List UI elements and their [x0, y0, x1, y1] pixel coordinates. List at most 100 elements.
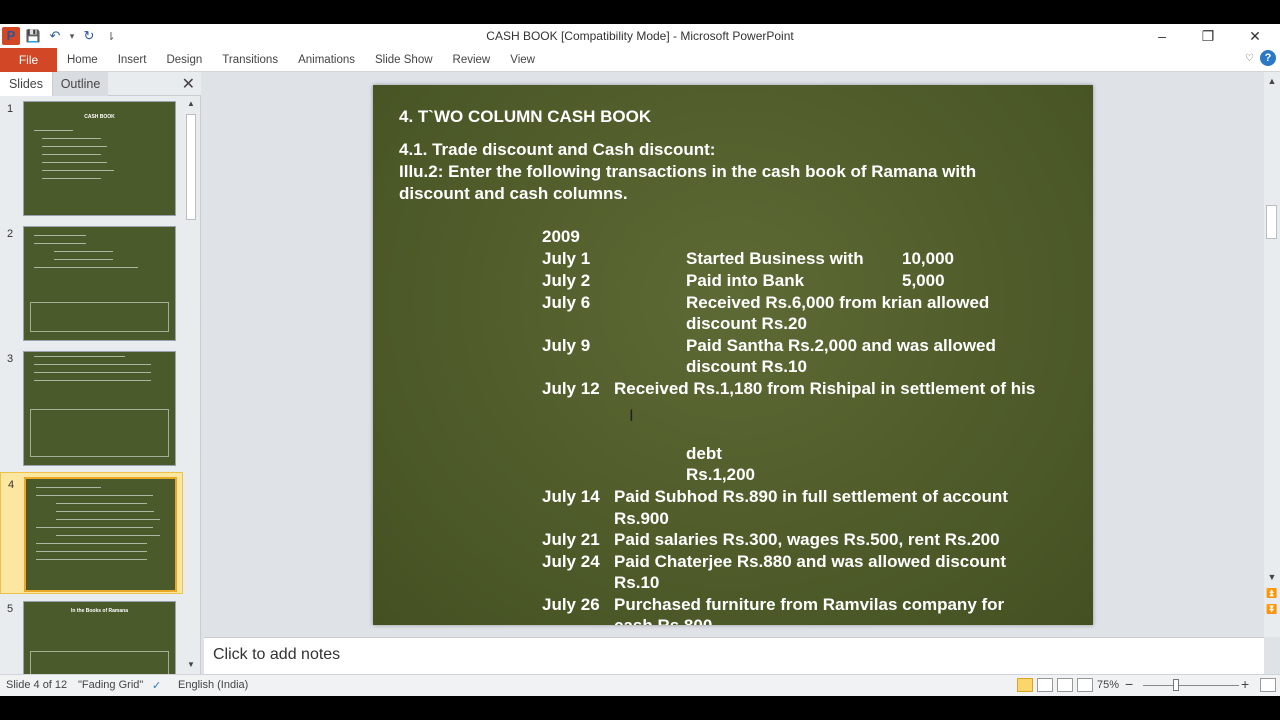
normal-view-icon[interactable]: [1017, 678, 1033, 692]
slide-number: 3: [7, 353, 14, 365]
tab-slides[interactable]: Slides: [0, 72, 53, 96]
transaction-date: July 12: [542, 379, 600, 398]
previous-slide-icon[interactable]: ⏫: [1266, 588, 1278, 599]
thumbnail-title: In the Books of Ramana: [71, 608, 128, 614]
slideshow-view-icon[interactable]: [1077, 678, 1093, 692]
scroll-down-icon[interactable]: ▼: [184, 660, 198, 672]
thumbnails-scrollbar[interactable]: ▲ ▼: [184, 97, 198, 674]
save-icon[interactable]: 💾: [24, 27, 42, 45]
expand-ribbon-icon[interactable]: ♡: [1245, 53, 1254, 64]
tab-slide-show[interactable]: Slide Show: [365, 48, 443, 72]
slide-thumbnail[interactable]: 2: [0, 222, 183, 344]
status-bar: Slide 4 of 12 "Fading Grid" ✓ English (I…: [0, 674, 1280, 696]
close-button[interactable]: ✕: [1232, 24, 1278, 48]
transaction-date: July 21: [542, 530, 600, 549]
repeat-icon[interactable]: ↻: [80, 27, 98, 45]
tab-design[interactable]: Design: [156, 48, 212, 72]
slide-thumbnail[interactable]: 5 In the Books of Ramana: [0, 597, 183, 674]
transaction-amount: 10,000: [902, 249, 954, 268]
title-bar: P 💾 ↶ ▾ ↻ ⇂ CASH BOOK [Compatibility Mod…: [0, 24, 1280, 48]
slides-panel: Slides Outline ✕ 1 CASH BOOK 2 3 4 5 In …: [0, 72, 201, 674]
transaction-date: July 24: [542, 552, 600, 571]
illustration-text: Illu.2: Enter the following transactions…: [399, 162, 977, 203]
tab-transitions[interactable]: Transitions: [212, 48, 288, 72]
reading-view-icon[interactable]: [1057, 678, 1073, 692]
restore-button[interactable]: ❐: [1185, 24, 1231, 48]
slide-preview: CASH BOOK: [23, 101, 176, 216]
slide-preview: [23, 351, 176, 466]
tab-insert[interactable]: Insert: [108, 48, 157, 72]
minimize-button[interactable]: –: [1139, 24, 1185, 48]
transaction-date: July 2: [542, 271, 591, 290]
transaction-text: Purchased furniture from Ramvilas compan…: [614, 595, 1005, 614]
slide-number: 5: [7, 603, 14, 615]
tab-home[interactable]: Home: [57, 48, 108, 72]
ribbon-tabs: File Home Insert Design Transitions Anim…: [0, 48, 1280, 72]
transaction-text: Paid Subhod Rs.890 in full settlement of…: [614, 487, 1008, 506]
scroll-down-icon[interactable]: ▼: [1266, 572, 1278, 582]
tab-outline[interactable]: Outline: [53, 72, 108, 96]
zoom-slider[interactable]: [1143, 685, 1239, 686]
zoom-in-button[interactable]: +: [1241, 676, 1249, 692]
slide-thumbnail-selected[interactable]: 4: [0, 472, 183, 594]
slide-number: 1: [7, 103, 14, 115]
notes-pane[interactable]: Click to add notes: [204, 637, 1264, 674]
transaction-text-cont: discount Rs.20: [686, 314, 807, 333]
transaction-text-cont: cash Rs.800: [614, 615, 712, 625]
slide-subheading: 4.1. Trade discount and Cash discount:: [399, 140, 716, 159]
close-panel-icon[interactable]: ✕: [182, 74, 195, 94]
zoom-slider-handle[interactable]: [1173, 679, 1179, 691]
transaction-text-cont: discount Rs.10: [686, 357, 807, 376]
slide-preview: [24, 477, 177, 592]
transaction-amount: 5,000: [902, 271, 945, 290]
slide-scrollbar[interactable]: ▲ ▼ ⏫ ⏬: [1264, 72, 1280, 637]
language-indicator[interactable]: English (India): [178, 679, 248, 691]
transaction-text-cont: Rs.1,200: [686, 465, 755, 484]
transaction-date: July 26: [542, 595, 600, 614]
next-slide-icon[interactable]: ⏬: [1266, 604, 1278, 615]
customize-toolbar-icon[interactable]: ⇂: [102, 27, 120, 45]
slide-thumbnail[interactable]: 3: [0, 347, 183, 469]
scrollbar-thumb[interactable]: [186, 114, 196, 220]
slide-sorter-view-icon[interactable]: [1037, 678, 1053, 692]
text-cursor-icon: I: [629, 406, 634, 425]
transaction-text: Received Rs.6,000 from krian allowed: [686, 293, 990, 312]
slide-heading: 4. T`WO COLUMN CASH BOOK: [399, 107, 652, 126]
transaction-date: July 9: [542, 336, 591, 355]
powerpoint-logo-icon[interactable]: P: [2, 27, 20, 45]
work-area: Slides Outline ✕ 1 CASH BOOK 2 3 4 5 In …: [0, 72, 1280, 674]
window-title: CASH BOOK [Compatibility Mode] - Microso…: [486, 29, 794, 43]
undo-icon[interactable]: ↶: [46, 27, 64, 45]
tab-view[interactable]: View: [500, 48, 545, 72]
year-label: 2009: [542, 227, 580, 246]
zoom-level[interactable]: 75%: [1097, 679, 1119, 691]
transaction-date: July 6: [542, 293, 591, 312]
slide-thumbnail[interactable]: 1 CASH BOOK: [0, 97, 183, 219]
slide-thumbnails: 1 CASH BOOK 2 3 4 5 In the Books of Rama…: [0, 97, 183, 674]
transaction-text-cont: Rs.10: [614, 573, 660, 592]
fit-slide-icon[interactable]: [1260, 678, 1276, 692]
notes-placeholder: Click to add notes: [213, 646, 341, 663]
help-icon[interactable]: ?: [1260, 50, 1276, 66]
tab-animations[interactable]: Animations: [288, 48, 365, 72]
transaction-text-cont: debt: [686, 444, 722, 463]
transaction-text-cont: Rs.900: [614, 509, 669, 528]
transaction-text: Paid Santha Rs.2,000 and was allowed: [686, 336, 996, 355]
file-tab[interactable]: File: [0, 48, 57, 72]
undo-dropdown-icon[interactable]: ▾: [68, 27, 76, 45]
spellcheck-icon[interactable]: ✓: [152, 679, 161, 692]
scroll-up-icon[interactable]: ▲: [1266, 76, 1278, 86]
powerpoint-window: P 💾 ↶ ▾ ↻ ⇂ CASH BOOK [Compatibility Mod…: [0, 0, 1280, 720]
thumbnail-title: CASH BOOK: [84, 114, 115, 120]
tab-review[interactable]: Review: [443, 48, 501, 72]
transaction-text: Received Rs.1,180 from Rishipal in settl…: [614, 379, 1036, 398]
scrollbar-thumb[interactable]: [1266, 205, 1277, 239]
zoom-out-button[interactable]: −: [1125, 676, 1133, 692]
slide-preview: [23, 226, 176, 341]
transaction-date: July 14: [542, 487, 600, 506]
slide-preview: In the Books of Ramana: [23, 601, 176, 674]
transaction-text: Paid salaries Rs.300, wages Rs.500, rent…: [614, 530, 1000, 549]
slide-indicator: Slide 4 of 12: [6, 679, 68, 691]
scroll-up-icon[interactable]: ▲: [184, 99, 198, 111]
slide-canvas[interactable]: 4. T`WO COLUMN CASH BOOK 4.1. Trade disc…: [373, 85, 1093, 625]
